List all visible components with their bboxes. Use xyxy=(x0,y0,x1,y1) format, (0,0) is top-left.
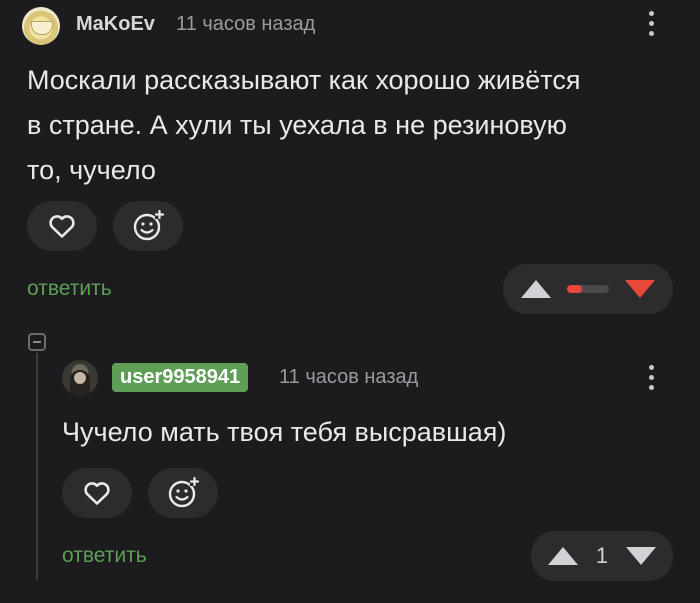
timestamp: 11 часов назад xyxy=(279,366,419,388)
rating-value: 1 xyxy=(595,543,609,568)
heart-icon xyxy=(49,215,75,238)
collapse-icon[interactable] xyxy=(28,333,46,351)
add-reaction-button[interactable] xyxy=(148,468,218,518)
rating-control: 1 xyxy=(531,531,673,581)
emoji-add-icon xyxy=(133,209,165,241)
like-button[interactable] xyxy=(62,468,132,518)
rating-bar xyxy=(567,285,609,293)
downvote-icon[interactable] xyxy=(626,547,657,565)
upvote-icon[interactable] xyxy=(521,280,551,298)
like-button[interactable] xyxy=(27,201,97,251)
rating-control xyxy=(503,264,673,314)
emoji-add-icon xyxy=(168,476,200,508)
username-badge[interactable]: user9958941 xyxy=(112,363,249,392)
comment-text-line: то, чучело xyxy=(27,155,156,185)
avatar[interactable] xyxy=(62,360,98,396)
reply-link[interactable]: ответить xyxy=(62,544,147,568)
avatar[interactable] xyxy=(22,7,60,45)
upvote-icon[interactable] xyxy=(547,547,578,565)
reply-link[interactable]: ответить xyxy=(27,277,112,301)
more-dots-icon[interactable] xyxy=(649,365,657,395)
username[interactable]: MaKoEv xyxy=(76,13,155,36)
comment-text-line: Москали рассказывают как хорошо живётся xyxy=(27,65,581,95)
add-reaction-button[interactable] xyxy=(113,201,183,251)
comment-text-line: в стране. А хули ты уехала в не резинову… xyxy=(27,110,567,140)
timestamp: 11 часов назад xyxy=(176,13,316,35)
more-dots-icon[interactable] xyxy=(649,11,657,41)
thread-line[interactable] xyxy=(36,353,38,580)
downvote-icon[interactable] xyxy=(625,280,655,298)
heart-icon xyxy=(84,482,110,505)
comment-text: Москали рассказывают как хорошо живётся … xyxy=(27,58,677,193)
comment-text: Чучело мать твоя тебя высравшая) xyxy=(62,417,507,447)
rating-bar-fill xyxy=(567,285,582,293)
